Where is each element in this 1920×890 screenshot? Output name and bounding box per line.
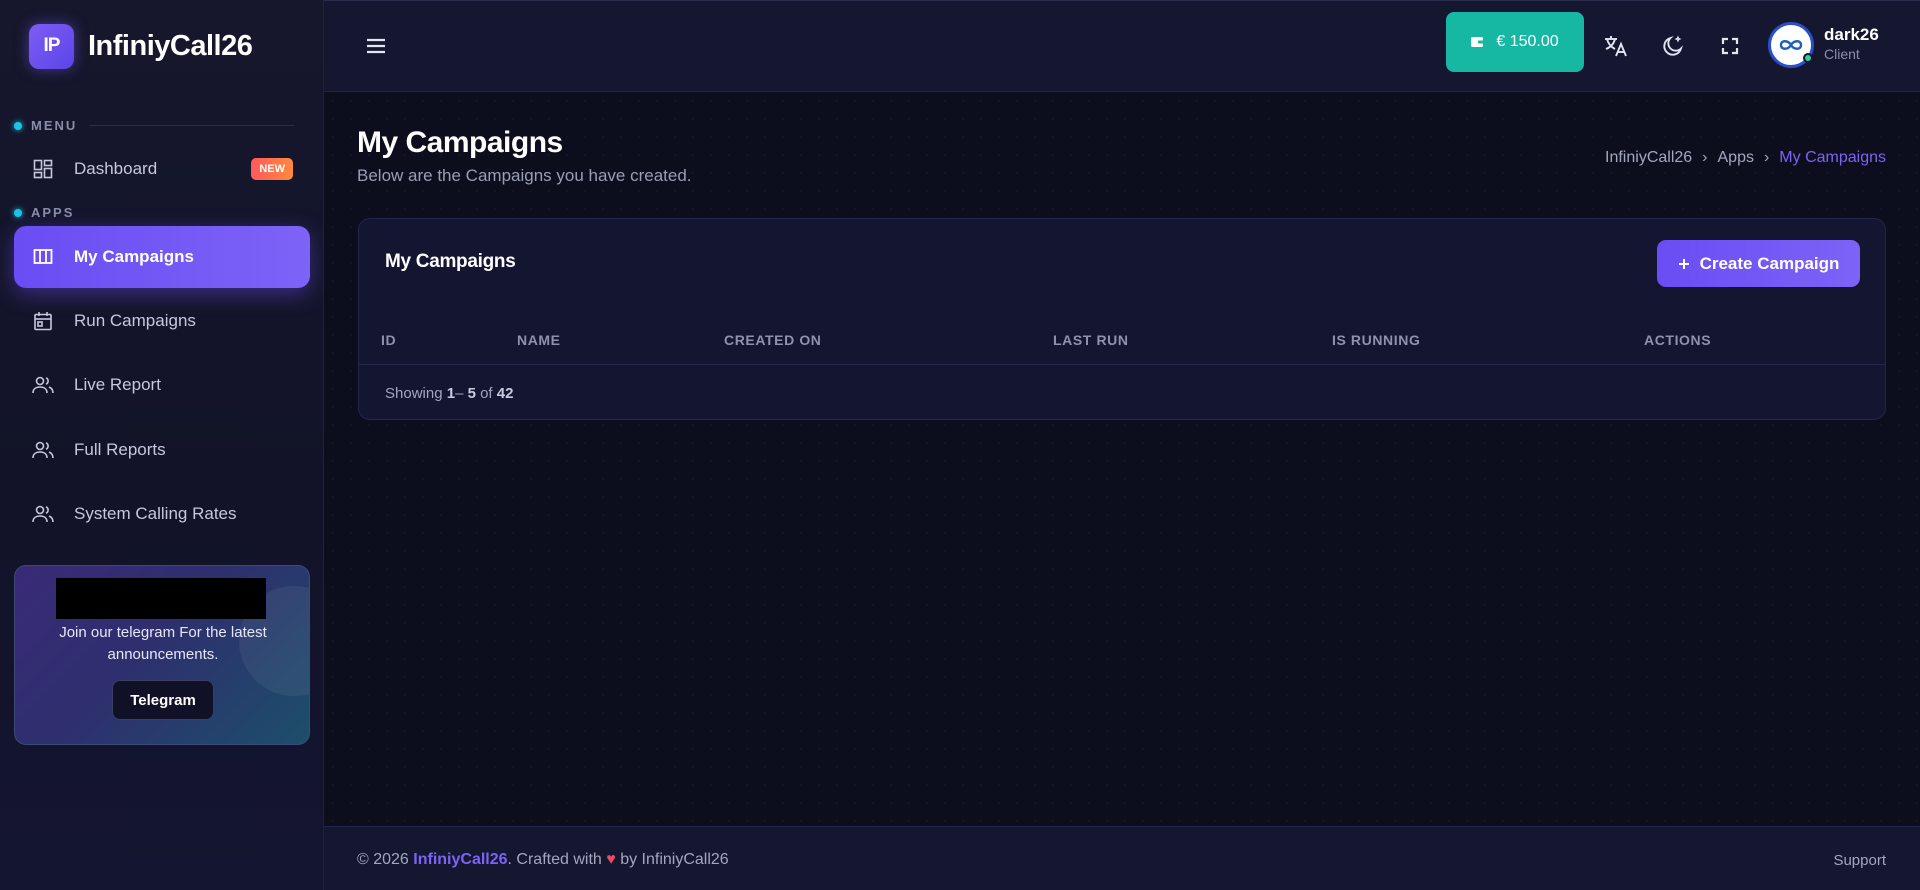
- section-divider: [89, 125, 295, 126]
- section-menu: MENU: [14, 118, 295, 133]
- topbar: € 150.00 dark26 Client: [324, 0, 1920, 92]
- wallet-icon: [1471, 36, 1485, 48]
- footer-credits: © 2026 InfiniyCall26. Crafted with ♥ by …: [357, 851, 729, 869]
- breadcrumb: InfiniyCall26 › Apps › My Campaigns: [1605, 149, 1886, 167]
- showing-to: 5: [467, 385, 476, 402]
- breadcrumb-separator: ›: [1702, 149, 1708, 166]
- telegram-button[interactable]: Telegram: [112, 680, 214, 720]
- logo-mark: IP: [29, 23, 74, 69]
- users-icon: [32, 439, 54, 461]
- column-header-created-on[interactable]: CREATED ON: [724, 332, 822, 348]
- showing-prefix: Showing: [385, 385, 443, 402]
- sidebar-item-label: Live Report: [74, 375, 161, 394]
- sidebar-item-label: Full Reports: [74, 440, 166, 459]
- dashboard-icon: [32, 158, 54, 180]
- section-menu-label: MENU: [31, 118, 78, 133]
- footer-by: by InfiniyCall26: [620, 851, 729, 868]
- card-title: My Campaigns: [385, 251, 516, 272]
- sidebar-item-label: My Campaigns: [74, 247, 194, 266]
- dark-mode-icon[interactable]: [1660, 33, 1686, 59]
- sidebar-item-system-calling-rates[interactable]: System Calling Rates: [14, 483, 310, 545]
- translate-icon[interactable]: [1603, 33, 1629, 59]
- sidebar-item-dashboard[interactable]: Dashboard NEW: [14, 138, 310, 200]
- sidebar-item-full-reports[interactable]: Full Reports: [14, 419, 310, 481]
- promo-text: Join our telegram For the latest announc…: [59, 624, 267, 663]
- footer-copyright: © 2026: [357, 851, 409, 868]
- support-link[interactable]: Support: [1833, 852, 1886, 869]
- sidebar-item-label: Run Campaigns: [74, 311, 196, 330]
- breadcrumb-separator: ›: [1763, 149, 1770, 166]
- column-header-name[interactable]: NAME: [517, 332, 561, 348]
- showing-total: 42: [496, 385, 514, 402]
- columns-icon: [32, 246, 54, 268]
- telegram-promo-card: Join our telegram For the latest announc…: [14, 565, 310, 745]
- calendar-icon: [32, 310, 54, 332]
- infinity-logo-icon: [1779, 40, 1803, 50]
- users-icon: [32, 503, 54, 525]
- column-header-id[interactable]: ID: [381, 332, 396, 348]
- sidebar: IP InfiniyCall26 MENU Dashboard NEW APPS…: [0, 0, 324, 890]
- breadcrumb-apps[interactable]: Apps: [1718, 149, 1754, 167]
- app-name: InfiniyCall26: [88, 29, 253, 62]
- sidebar-item-run-campaigns[interactable]: Run Campaigns: [14, 290, 310, 352]
- menu-toggle-icon[interactable]: [364, 35, 388, 57]
- user-role: Client: [1824, 46, 1860, 62]
- sidebar-item-label: Dashboard: [74, 159, 158, 178]
- promo-redacted-banner: [56, 578, 266, 619]
- sidebar-item-my-campaigns[interactable]: My Campaigns: [14, 226, 310, 288]
- showing-of: of: [480, 385, 493, 402]
- footer: © 2026 InfiniyCall26. Crafted with ♥ by …: [324, 826, 1920, 890]
- table-header: ID NAME CREATED ON LAST RUN IS RUNNING A…: [359, 313, 1885, 365]
- wallet-balance: € 150.00: [1496, 33, 1559, 50]
- online-status-dot: [1803, 53, 1813, 63]
- column-header-actions: ACTIONS: [1644, 332, 1712, 348]
- create-campaign-label: Create Campaign: [1699, 253, 1840, 273]
- footer-crafted: . Crafted with: [507, 851, 602, 868]
- app-logo[interactable]: IP InfiniyCall26: [29, 23, 253, 69]
- main-content: My Campaigns Below are the Campaigns you…: [324, 92, 1920, 826]
- sidebar-item-live-report[interactable]: Live Report: [14, 354, 310, 416]
- section-dot: [14, 121, 22, 130]
- section-dot: [14, 208, 22, 217]
- section-apps: APPS: [14, 205, 74, 220]
- page-subtitle: Below are the Campaigns you have created…: [357, 166, 692, 185]
- create-campaign-button[interactable]: Create Campaign: [1657, 240, 1860, 287]
- avatar[interactable]: [1768, 22, 1814, 68]
- plus-icon: [1678, 258, 1690, 270]
- new-badge: NEW: [251, 158, 293, 180]
- breadcrumb-home[interactable]: InfiniyCall26: [1605, 149, 1692, 167]
- column-header-is-running[interactable]: IS RUNNING: [1332, 332, 1420, 348]
- wallet-balance-button[interactable]: € 150.00: [1446, 12, 1584, 72]
- pagination-summary: Showing 1– 5 of 42: [385, 385, 514, 402]
- breadcrumb-current: My Campaigns: [1779, 149, 1886, 166]
- showing-from: 1: [446, 385, 456, 402]
- sidebar-item-label: System Calling Rates: [74, 504, 237, 523]
- fullscreen-icon[interactable]: [1717, 33, 1743, 59]
- heart-icon: ♥: [606, 851, 616, 868]
- campaigns-card: My Campaigns Create Campaign ID NAME CRE…: [358, 218, 1886, 420]
- section-apps-label: APPS: [31, 205, 75, 220]
- page-title: My Campaigns: [357, 126, 563, 159]
- user-name[interactable]: dark26: [1824, 25, 1879, 45]
- footer-brand-link[interactable]: InfiniyCall26: [413, 851, 507, 868]
- column-header-last-run[interactable]: LAST RUN: [1053, 332, 1129, 348]
- users-icon: [32, 374, 54, 396]
